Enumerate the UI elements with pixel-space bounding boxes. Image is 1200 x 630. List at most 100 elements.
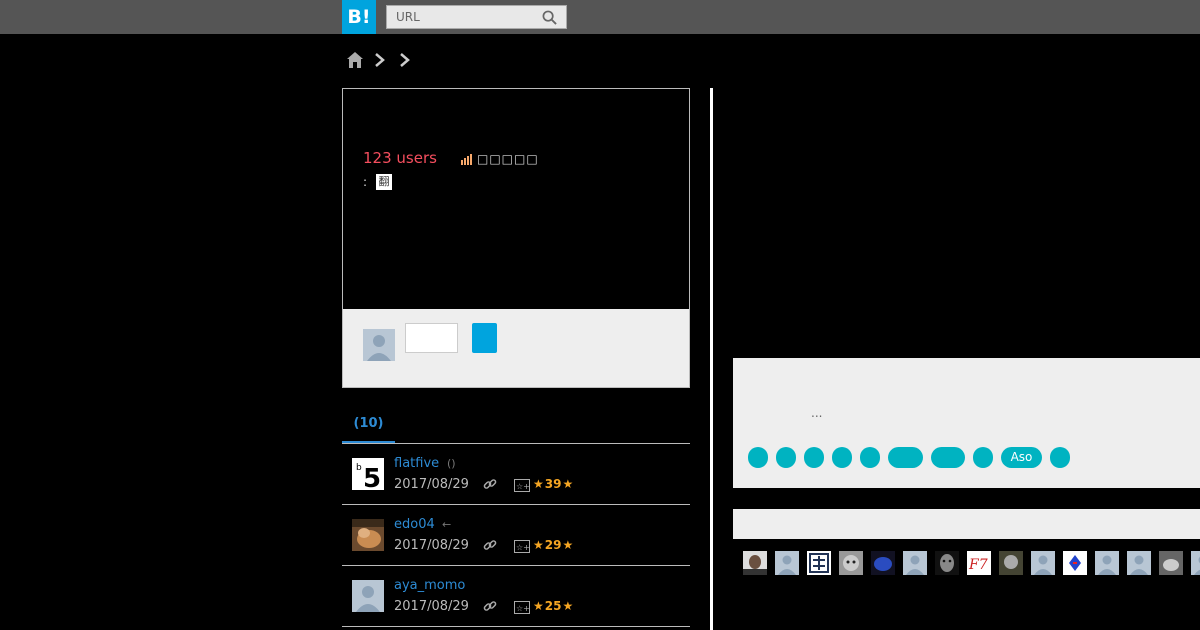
search-box[interactable] bbox=[386, 5, 567, 29]
users-count[interactable]: 123 users bbox=[363, 149, 437, 167]
star-icon: ★ bbox=[562, 477, 574, 491]
add-star-icon[interactable]: ☆+ bbox=[514, 601, 530, 614]
link-icon[interactable] bbox=[483, 599, 497, 613]
entry-card: 123 users □□□□□ : 翻 bbox=[342, 88, 690, 388]
photo-avatar-icon bbox=[999, 551, 1023, 575]
avatar[interactable] bbox=[352, 519, 384, 551]
tag-chip[interactable] bbox=[804, 447, 824, 468]
default-user-icon bbox=[1191, 551, 1200, 575]
comment-form bbox=[343, 309, 689, 387]
avatar[interactable] bbox=[1191, 551, 1200, 575]
star-number[interactable]: 25 bbox=[545, 599, 562, 613]
my-avatar bbox=[363, 329, 395, 361]
default-user-icon bbox=[903, 551, 927, 575]
avatar[interactable] bbox=[839, 551, 863, 575]
chart-icon bbox=[461, 154, 472, 165]
home-icon[interactable] bbox=[346, 51, 364, 69]
star-number[interactable]: 29 bbox=[545, 538, 562, 552]
add-star-icon[interactable]: ☆+ bbox=[514, 540, 530, 553]
link-icon[interactable] bbox=[483, 538, 497, 552]
entry-meta: : 翻 bbox=[363, 174, 393, 190]
comment-date[interactable]: 2017/08/29 bbox=[394, 599, 469, 614]
face-avatar-icon bbox=[935, 551, 959, 575]
star-count: ★ 39 ★ bbox=[533, 477, 573, 491]
kanji-avatar-icon bbox=[807, 551, 831, 575]
avatar[interactable] bbox=[871, 551, 895, 575]
column-divider bbox=[710, 88, 713, 630]
star-count: ★ 29 ★ bbox=[533, 538, 573, 552]
avatar[interactable] bbox=[775, 551, 799, 575]
default-user-icon bbox=[363, 329, 395, 361]
avatar[interactable] bbox=[935, 551, 959, 575]
star-icon: ★ bbox=[562, 599, 574, 613]
star-icon: ★ bbox=[533, 538, 544, 552]
chevron-right-icon bbox=[375, 53, 385, 67]
logo-avatar-icon bbox=[1063, 551, 1087, 575]
star-icon: ★ bbox=[562, 538, 574, 552]
list-item: edo04 ← 2017/08/29 ☆+ ★ 29 ★ bbox=[342, 505, 690, 566]
flatfive-avatar-icon: b 5 bbox=[352, 458, 384, 490]
user-photo-icon bbox=[743, 551, 767, 575]
tag-chip[interactable] bbox=[1050, 447, 1070, 468]
default-user-icon bbox=[352, 580, 384, 612]
trend-text: □□□□□ bbox=[477, 152, 539, 166]
breadcrumb bbox=[346, 50, 421, 70]
tab-comments[interactable]: (10) bbox=[342, 412, 395, 443]
avatar[interactable] bbox=[807, 551, 831, 575]
meta-label: : bbox=[363, 175, 368, 189]
avatar[interactable] bbox=[352, 580, 384, 612]
comment-list: b 5 flatfive () 2017/08/29 ☆+ ★ 39 ★ edo… bbox=[342, 444, 690, 627]
svg-text:5: 5 bbox=[363, 464, 381, 490]
link-icon[interactable] bbox=[483, 477, 497, 491]
avatar[interactable] bbox=[1127, 551, 1151, 575]
avatar[interactable] bbox=[1095, 551, 1119, 575]
avatar[interactable] bbox=[1159, 551, 1183, 575]
avatar[interactable] bbox=[999, 551, 1023, 575]
cat-avatar-icon bbox=[352, 519, 384, 551]
tag-chip[interactable] bbox=[776, 447, 796, 468]
comment-date[interactable]: 2017/08/29 bbox=[394, 538, 469, 553]
category-badge[interactable]: 翻 bbox=[376, 174, 393, 190]
comment-user[interactable]: aya_momo bbox=[394, 578, 465, 593]
avatar[interactable] bbox=[903, 551, 927, 575]
add-star-icon[interactable]: ☆+ bbox=[514, 479, 530, 492]
cat-avatar-icon bbox=[1159, 551, 1183, 575]
avatar[interactable]: b 5 bbox=[352, 458, 384, 490]
avatar[interactable]: F7 bbox=[967, 551, 991, 575]
svg-text:☆+: ☆+ bbox=[516, 543, 530, 552]
chevron-right-icon bbox=[400, 53, 410, 67]
list-item: aya_momo 2017/08/29 ☆+ ★ 25 ★ bbox=[342, 566, 690, 627]
search-icon[interactable] bbox=[542, 10, 557, 25]
tag-chip[interactable] bbox=[888, 447, 923, 468]
dog-avatar-icon bbox=[839, 551, 863, 575]
search-input[interactable] bbox=[387, 6, 537, 28]
default-user-icon bbox=[775, 551, 799, 575]
blue-object-icon bbox=[871, 551, 895, 575]
tag-chip[interactable] bbox=[832, 447, 852, 468]
submit-button[interactable] bbox=[472, 323, 497, 353]
comment-date[interactable]: 2017/08/29 bbox=[394, 477, 469, 492]
svg-text:☆+: ☆+ bbox=[516, 604, 530, 613]
svg-text:F7: F7 bbox=[968, 557, 988, 573]
avatar[interactable] bbox=[743, 551, 767, 575]
default-user-icon bbox=[1127, 551, 1151, 575]
tag-chip[interactable] bbox=[860, 447, 880, 468]
tag-chip[interactable] bbox=[973, 447, 993, 468]
comment-text: () bbox=[447, 457, 456, 470]
hatena-logo[interactable]: B! bbox=[342, 0, 376, 34]
comment-text: ← bbox=[442, 518, 452, 531]
ellipsis-text: ... bbox=[811, 406, 823, 420]
related-tags-panel: ... Aso bbox=[733, 358, 1200, 488]
star-icon: ★ bbox=[533, 477, 544, 491]
tag-list: Aso bbox=[748, 447, 1078, 468]
comment-user[interactable]: flatfive bbox=[394, 456, 439, 471]
tag-chip[interactable] bbox=[931, 447, 965, 468]
comment-user[interactable]: edo04 bbox=[394, 517, 435, 532]
f7-avatar-icon: F7 bbox=[967, 551, 991, 575]
avatar[interactable] bbox=[1031, 551, 1055, 575]
tag-chip[interactable] bbox=[748, 447, 768, 468]
comment-input[interactable] bbox=[405, 323, 458, 353]
avatar[interactable] bbox=[1063, 551, 1087, 575]
tag-chip[interactable]: Aso bbox=[1001, 447, 1042, 468]
star-number[interactable]: 39 bbox=[545, 477, 562, 491]
